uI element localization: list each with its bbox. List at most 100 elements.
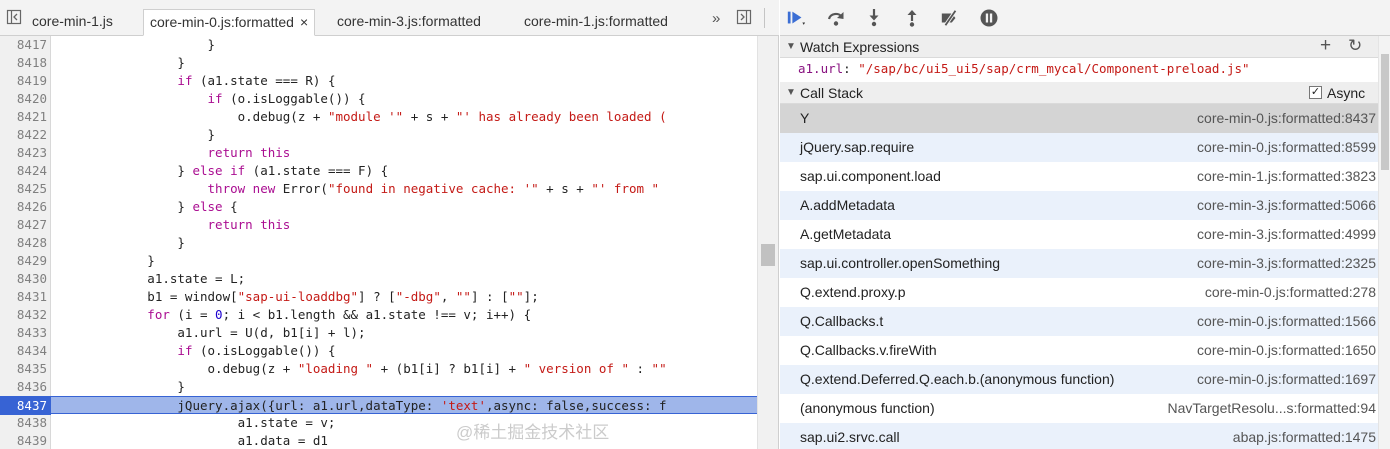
code-line[interactable]: 8435 o.debug(z + "loading " + (b1[i] ? b… (0, 360, 757, 378)
more-tabs-icon[interactable]: » (712, 10, 720, 27)
frame-location-link[interactable]: core-min-0.js:formatted:8437 (1197, 104, 1376, 133)
frame-location-link[interactable]: core-min-3.js:formatted:2325 (1197, 249, 1376, 278)
call-frame[interactable]: (anonymous function) NavTargetResolu...s:… (780, 394, 1378, 423)
code-line[interactable]: 8430 a1.state = L; (0, 270, 757, 288)
expand-triangle-icon[interactable]: ▼ (786, 36, 796, 58)
code-line[interactable]: 8427 return this (0, 216, 757, 234)
line-number[interactable]: 8433 (0, 324, 47, 342)
line-number[interactable]: 8418 (0, 54, 47, 72)
sidebar-scrollbar-thumb[interactable] (1381, 54, 1389, 170)
call-frame[interactable]: Q.Callbacks.t core-min-0.js:formatted:156… (780, 307, 1378, 336)
code-line[interactable]: 8418 } (0, 54, 757, 72)
line-number[interactable]: 8420 (0, 90, 47, 108)
line-number[interactable]: 8423 (0, 144, 47, 162)
line-number[interactable]: 8432 (0, 306, 47, 324)
call-frame[interactable]: Q.Callbacks.v.fireWith core-min-0.js:form… (780, 336, 1378, 365)
frame-location-link[interactable]: abap.js:formatted:1475 (1233, 423, 1376, 449)
pause-on-exceptions-icon[interactable] (979, 8, 999, 28)
code-line[interactable]: 8428 } (0, 234, 757, 252)
step-over-icon[interactable] (826, 8, 846, 28)
code-token: return this (207, 145, 291, 160)
code-line[interactable]: 8439 a1.data = d1 (0, 432, 757, 449)
frame-location-link[interactable]: core-min-3.js:formatted:5066 (1197, 191, 1376, 220)
line-number[interactable]: 8435 (0, 360, 47, 378)
watch-expression[interactable]: a1.url: "/sap/bc/ui5_ui5/sap/crm_mycal/C… (798, 60, 1250, 78)
line-number[interactable]: 8431 (0, 288, 47, 306)
watch-expressions-header[interactable]: ▼ Watch Expressions + ↻ (780, 35, 1378, 58)
call-frame[interactable]: A.getMetadata core-min-3.js:formatted:499… (780, 220, 1378, 249)
code-line[interactable]: 8436 } (0, 378, 757, 396)
line-number[interactable]: 8427 (0, 216, 47, 234)
refresh-watch-icon[interactable]: ↻ (1348, 35, 1362, 57)
tab-core-min-1[interactable]: core-min-1.js (32, 9, 113, 36)
call-frame-selected[interactable]: Ycore-min-0.js:formatted:8437 (780, 104, 1378, 133)
code-token: o.debug(z + (57, 109, 328, 124)
line-number[interactable]: 8424 (0, 162, 47, 180)
frame-location-link[interactable]: NavTargetResolu...s:formatted:94 (1167, 394, 1376, 423)
execution-line[interactable]: 8437 jQuery.ajax({url: a1.url,dataType: … (0, 396, 757, 415)
async-checkbox[interactable]: ✓ (1309, 86, 1322, 99)
close-tab-icon[interactable]: × (300, 14, 308, 30)
line-number[interactable]: 8428 (0, 234, 47, 252)
step-into-icon[interactable] (864, 8, 884, 28)
code-token: } (57, 37, 216, 52)
line-number[interactable]: 8436 (0, 378, 47, 396)
tab-core-min-0-formatted[interactable]: core-min-0.js:formatted × (143, 9, 316, 36)
toggle-navigator-icon[interactable] (6, 9, 22, 25)
code-line[interactable]: 8432 for (i = 0; i < b1.length && a1.sta… (0, 306, 757, 324)
call-frame[interactable]: A.addMetadata core-min-3.js:formatted:506… (780, 191, 1378, 220)
frame-location-link[interactable]: core-min-0.js:formatted:1650 (1197, 336, 1376, 365)
call-stack-header[interactable]: ▼ Call Stack ✓ Async (780, 82, 1378, 104)
resume-icon[interactable] (786, 8, 806, 28)
call-frame[interactable]: Q.extend.proxy.p core-min-0.js:formatted:… (780, 278, 1378, 307)
code-line[interactable]: 8423 return this (0, 144, 757, 162)
line-number[interactable]: 8430 (0, 270, 47, 288)
call-frame[interactable]: sap.ui.component.load core-min-1.js:forma… (780, 162, 1378, 191)
frame-location-link[interactable]: core-min-0.js:formatted:8599 (1197, 133, 1376, 162)
code-line[interactable]: 8419 if (a1.state === R) { (0, 72, 757, 90)
frame-location-link[interactable]: core-min-1.js:formatted:3823 (1197, 162, 1376, 191)
line-number[interactable]: 8426 (0, 198, 47, 216)
code-line[interactable]: 8422 } (0, 126, 757, 144)
call-frame[interactable]: sap.ui.controller.openSomething core-min-… (780, 249, 1378, 278)
code-editor[interactable]: 8417 } 8418 } 8419 if (a1.state === R) {84… (0, 36, 757, 449)
call-frame[interactable]: sap.ui2.srvc.call abap.js:formatted:1475 (780, 423, 1378, 449)
deactivate-breakpoints-icon[interactable] (940, 8, 960, 28)
code-line[interactable]: 8420 if (o.isLoggable()) { (0, 90, 757, 108)
sidebar-scrollbar[interactable] (1378, 36, 1390, 449)
tab-core-min-1-formatted[interactable]: core-min-1.js:formatted (524, 9, 668, 36)
code-line[interactable]: 8417 } (0, 36, 757, 54)
call-frame[interactable]: jQuery.sap.require core-min-0.js:formatte… (780, 133, 1378, 162)
expand-triangle-icon[interactable]: ▼ (786, 82, 796, 104)
line-number[interactable]: 8437 (0, 397, 51, 415)
editor-scrollbar[interactable] (757, 36, 778, 449)
line-number[interactable]: 8439 (0, 432, 47, 449)
editor-scrollbar-thumb[interactable] (761, 244, 775, 266)
line-number[interactable]: 8434 (0, 342, 47, 360)
line-number[interactable]: 8419 (0, 72, 47, 90)
frame-location-link[interactable]: core-min-0.js:formatted:1697 (1197, 365, 1376, 394)
line-number[interactable]: 8425 (0, 180, 47, 198)
line-number[interactable]: 8438 (0, 414, 47, 432)
toggle-debugger-sidebar-icon[interactable] (736, 9, 752, 25)
step-out-icon[interactable] (902, 8, 922, 28)
code-line[interactable]: 8424 } else if (a1.state === F) { (0, 162, 757, 180)
line-number[interactable]: 8429 (0, 252, 47, 270)
code-line[interactable]: 8426 } else { (0, 198, 757, 216)
code-line[interactable]: 8421 o.debug(z + "module '" + s + "' has… (0, 108, 757, 126)
frame-location-link[interactable]: core-min-3.js:formatted:4999 (1197, 220, 1376, 249)
code-line[interactable]: 8429 } (0, 252, 757, 270)
frame-location-link[interactable]: core-min-0.js:formatted:278 (1205, 278, 1376, 307)
code-line[interactable]: 8431 b1 = window["sap-ui-loaddbg"] ? ["-… (0, 288, 757, 306)
code-line[interactable]: 8425 throw new Error("found in negative … (0, 180, 757, 198)
line-number[interactable]: 8421 (0, 108, 47, 126)
call-frame[interactable]: Q.extend.Deferred.Q.each.b.(anonymous fu… (780, 365, 1378, 394)
line-number[interactable]: 8422 (0, 126, 47, 144)
code-line[interactable]: 8434 if (o.isLoggable()) { (0, 342, 757, 360)
code-line[interactable]: 8438 a1.state = v; (0, 414, 757, 432)
code-line[interactable]: 8433 a1.url = U(d, b1[i] + l); (0, 324, 757, 342)
line-number[interactable]: 8417 (0, 36, 47, 54)
frame-location-link[interactable]: core-min-0.js:formatted:1566 (1197, 307, 1376, 336)
tab-core-min-3-formatted[interactable]: core-min-3.js:formatted (337, 9, 481, 36)
add-watch-icon[interactable]: + (1320, 35, 1331, 57)
